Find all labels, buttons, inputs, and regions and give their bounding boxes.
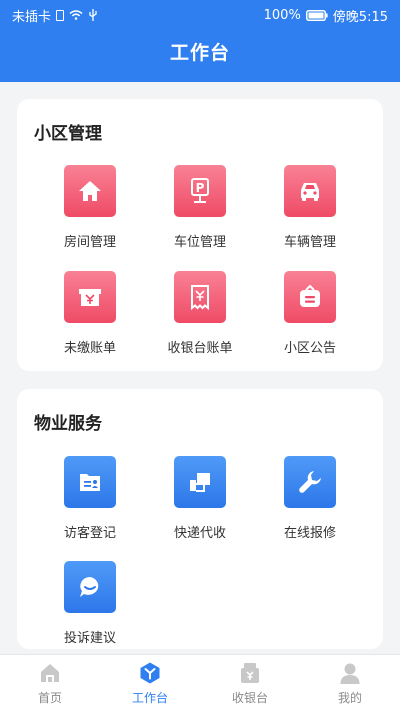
online-repair-button[interactable]: 在线报修 (255, 456, 365, 541)
carrier-text: 未插卡 (12, 9, 52, 25)
item-label: 在线报修 (283, 526, 336, 541)
community-notice-button[interactable]: 小区公告 (255, 271, 365, 356)
unpaid-bill-icon (64, 271, 116, 323)
item-label: 小区公告 (283, 341, 336, 356)
parking-icon: P (174, 165, 226, 217)
page-title: 工作台 (169, 42, 230, 64)
visitor-registration-button[interactable]: 访客登记 (35, 456, 145, 541)
parking-management-button[interactable]: P 车位管理 (145, 165, 255, 250)
complaint-suggestion-button[interactable]: 投诉建议 (35, 561, 145, 646)
section-title: 物业服务 (34, 414, 102, 434)
bottom-tab-bar: 首页 工作台 收银台 我的 (0, 654, 400, 711)
package-collection-button[interactable]: 快递代收 (145, 456, 255, 541)
receipt-icon (174, 271, 226, 323)
tab-label: 首页 (37, 691, 62, 705)
header: 未插卡 100% 傍晚5:15 工作台 (0, 0, 400, 82)
vehicle-management-button[interactable]: 车辆管理 (255, 165, 365, 250)
workbench-icon (140, 662, 160, 684)
property-services-card: 物业服务 访客登记 快递代收 在线报修 投诉建议 (17, 389, 383, 649)
clock: 傍晚5:15 (332, 9, 388, 25)
tab-label: 收银台 (231, 691, 268, 705)
tab-home[interactable]: 首页 (0, 655, 100, 711)
tab-cashier[interactable]: 收银台 (200, 655, 300, 711)
chat-icon (64, 561, 116, 613)
home-icon (41, 664, 59, 682)
sim-icon (56, 9, 65, 21)
section-title: 小区管理 (34, 124, 102, 144)
status-bar: 未插卡 100% 傍晚5:15 (0, 0, 400, 30)
svg-text:P: P (196, 181, 205, 195)
unpaid-bills-button[interactable]: 未缴账单 (35, 271, 145, 356)
item-label: 车辆管理 (283, 235, 336, 250)
tab-label: 工作台 (131, 691, 168, 705)
item-label: 访客登记 (63, 526, 116, 541)
item-label: 房间管理 (63, 235, 116, 250)
item-label: 快递代收 (173, 526, 226, 541)
tab-workbench[interactable]: 工作台 (100, 655, 200, 711)
item-label: 收银台账单 (167, 341, 233, 356)
community-management-card: 小区管理 房间管理 P 车位管理 车辆管理 未缴账单 收银台账单 小区公告 (17, 99, 383, 371)
visitor-card-icon (64, 456, 116, 508)
battery-percent: 100% (263, 7, 301, 23)
item-label: 投诉建议 (63, 631, 116, 646)
usb-icon (89, 9, 97, 21)
item-label: 车位管理 (173, 235, 226, 250)
wifi-icon (69, 10, 83, 20)
cashier-icon (241, 663, 259, 683)
tab-label: 我的 (337, 691, 362, 705)
house-icon (64, 165, 116, 217)
notice-icon (284, 271, 336, 323)
car-icon (284, 165, 336, 217)
room-management-button[interactable]: 房间管理 (35, 165, 145, 250)
package-icon (174, 456, 226, 508)
cashier-bills-button[interactable]: 收银台账单 (145, 271, 255, 356)
item-label: 未缴账单 (63, 341, 116, 356)
battery-icon (305, 9, 328, 21)
tab-profile[interactable]: 我的 (300, 655, 400, 711)
wrench-icon (284, 456, 336, 508)
profile-icon (340, 663, 360, 684)
